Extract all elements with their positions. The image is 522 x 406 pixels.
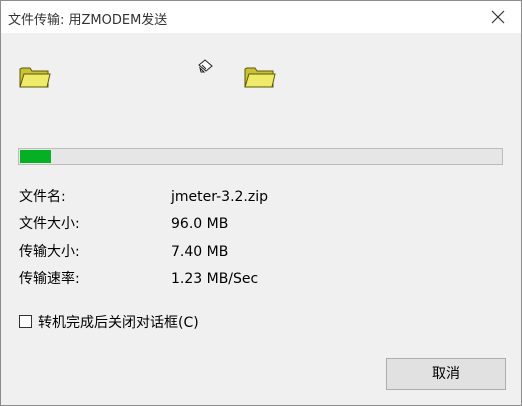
- cancel-button[interactable]: 取消: [386, 358, 506, 390]
- source-folder-icon: [19, 67, 51, 88]
- transferred-label: 传输大小:: [19, 244, 80, 260]
- close-after-complete-checkbox[interactable]: [19, 315, 32, 328]
- title-bar: 文件传输: 用ZMODEM发送: [1, 1, 521, 33]
- filesize-label: 文件大小:: [19, 216, 80, 232]
- window-title: 文件传输: 用ZMODEM发送: [8, 13, 168, 28]
- filename-label: 文件名:: [19, 189, 66, 205]
- target-folder-icon: [244, 67, 276, 88]
- transferred-value: 7.40 MB: [171, 244, 229, 260]
- close-button[interactable]: [475, 1, 521, 33]
- filename-value: jmeter-3.2.zip: [171, 189, 268, 205]
- paper-transfer-icon: [198, 59, 213, 73]
- rate-label: 传输速率:: [19, 271, 80, 287]
- zmodem-transfer-dialog: 文件传输: 用ZMODEM发送 文件名: jmeter-3.2.zip 文件大小…: [0, 0, 522, 406]
- close-after-complete-label[interactable]: 转机完成后关闭对话框(C): [38, 314, 199, 332]
- rate-value: 1.23 MB/Sec: [171, 271, 259, 287]
- close-icon: [491, 10, 505, 24]
- progress-fill: [20, 150, 51, 163]
- filesize-value: 96.0 MB: [171, 216, 229, 232]
- transfer-progress-bar: [18, 148, 503, 165]
